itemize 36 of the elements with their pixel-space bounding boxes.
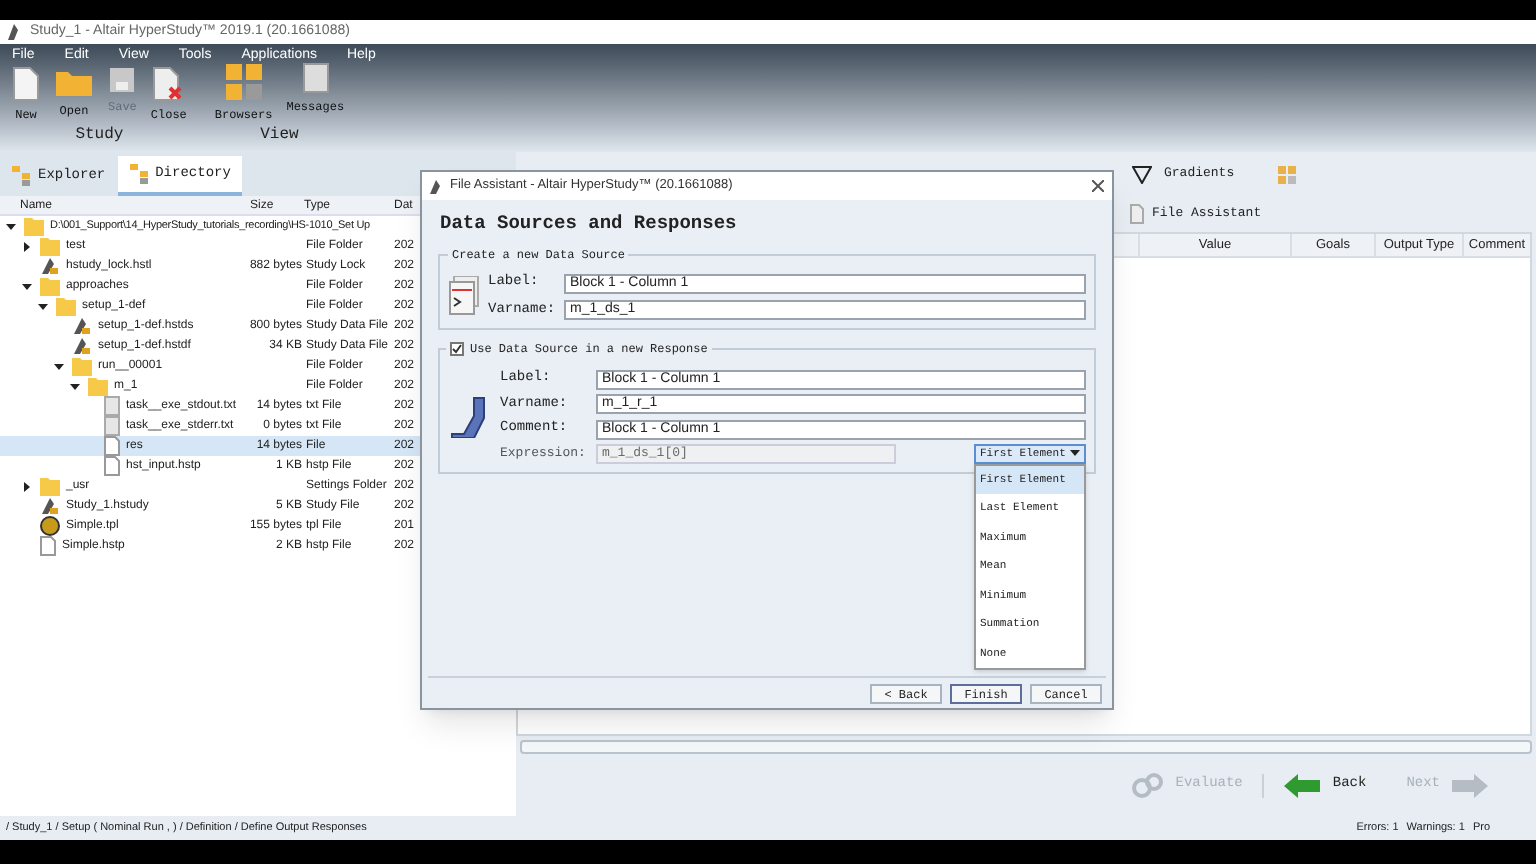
file-icon (40, 536, 56, 556)
scroll-bar[interactable] (520, 740, 1532, 754)
left-arrow-icon (1284, 773, 1321, 797)
check-icon (452, 344, 462, 355)
collapsed-arrow-icon[interactable] (22, 481, 32, 491)
bent-pipe-icon (448, 394, 488, 438)
tree-icon (12, 166, 30, 186)
collapsed-arrow-icon[interactable] (22, 241, 32, 251)
folder-icon (40, 476, 60, 496)
study-file-icon (40, 496, 60, 516)
page-with-x-icon (152, 66, 185, 102)
study-file-icon (40, 256, 60, 276)
expanded-arrow-icon[interactable] (22, 281, 32, 291)
expanded-arrow-icon[interactable] (70, 381, 80, 391)
tree-icon (129, 164, 148, 184)
expanded-arrow-icon[interactable] (54, 361, 64, 371)
caret-icon (1070, 450, 1080, 457)
app-logo-icon (8, 24, 22, 40)
folder-icon (54, 66, 94, 98)
expanded-arrow-icon[interactable] (6, 221, 16, 231)
close-icon[interactable] (1092, 180, 1104, 192)
list-icon (301, 62, 330, 94)
tiles-icon (223, 62, 264, 102)
checkbox[interactable] (450, 342, 464, 357)
page-icon (1130, 204, 1144, 224)
gears-icon (1131, 771, 1164, 799)
page-icon (12, 66, 40, 102)
right-arrow-icon (1452, 773, 1488, 797)
app-logo-icon (430, 179, 442, 193)
ribbon-group-label: View (260, 124, 299, 148)
ribbon-group-label: Study (75, 124, 124, 148)
nabla-icon (1132, 165, 1152, 183)
expanded-arrow-icon[interactable] (38, 301, 48, 311)
dialog-heading: Data Sources and Responses (438, 210, 739, 238)
data-source-icon (448, 276, 480, 317)
template-file-icon (40, 516, 60, 536)
